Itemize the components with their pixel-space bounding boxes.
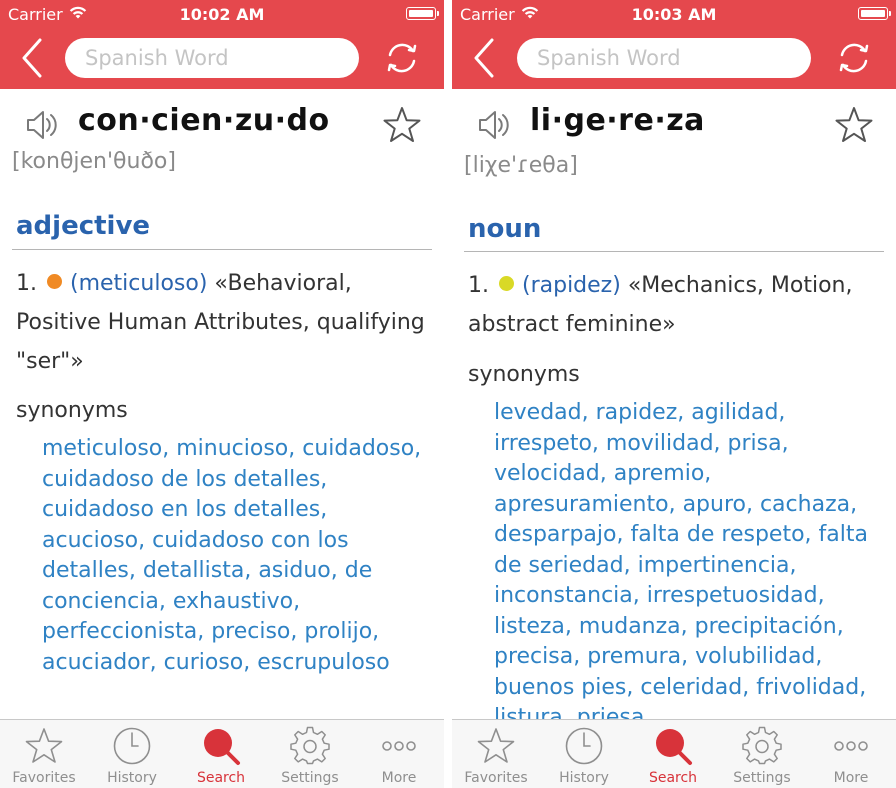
headword: con·cien·zu·do (78, 103, 330, 138)
tab-more[interactable]: More (807, 720, 895, 788)
favorite-star-icon[interactable] (382, 106, 422, 144)
more-dots-icon (834, 741, 868, 751)
magnifier-icon (204, 729, 240, 765)
tab-settings[interactable]: Settings (718, 720, 806, 788)
screen-2: Carrier 10:03 AM li·ge·re·za [liχe'ɾeθa]… (452, 0, 896, 788)
tab-label: More (381, 770, 417, 786)
tab-history[interactable]: History (88, 720, 176, 788)
synonyms-list[interactable]: levedad, rapidez, agilidad, irrespeto, m… (494, 398, 886, 734)
definition: 1. (rapidez) «Mechanics, Motion, abstract… (468, 266, 880, 344)
search-input[interactable] (517, 38, 811, 78)
star-icon (477, 728, 515, 763)
definition-number: 1. (468, 273, 489, 298)
tab-label: History (559, 770, 609, 786)
nav-header: Carrier 10:02 AM (0, 0, 444, 89)
definition: 1. (meticuloso) «Behavioral, Positive Hum… (16, 264, 428, 381)
speaker-icon[interactable] (26, 108, 58, 142)
category-dot (47, 274, 62, 289)
tab-more[interactable]: More (355, 720, 443, 788)
definition-domain[interactable]: (meticuloso) (70, 271, 207, 296)
status-bar: Carrier 10:02 AM (0, 0, 444, 28)
nav-header: Carrier 10:03 AM (452, 0, 896, 89)
tab-search[interactable]: Search (629, 720, 717, 788)
gear-icon (290, 726, 330, 765)
more-dots-icon (382, 741, 416, 751)
tab-label: Search (648, 770, 698, 786)
definition-domain[interactable]: (rapidez) (522, 273, 621, 298)
definition-number: 1. (16, 271, 37, 296)
divider-line (12, 249, 432, 250)
tab-favorites[interactable]: Favorites (452, 720, 540, 788)
screen-divider (444, 0, 452, 788)
tab-search[interactable]: Search (177, 720, 265, 788)
refresh-icon[interactable] (834, 38, 874, 78)
speaker-icon[interactable] (478, 108, 510, 142)
tab-label: More (833, 770, 869, 786)
clock-icon (565, 727, 603, 765)
back-chevron-icon[interactable] (470, 38, 500, 78)
tab-bar: Favorites History Search Settings More (452, 719, 896, 788)
synonyms-heading: synonyms (468, 362, 580, 387)
star-icon (25, 728, 63, 763)
magnifier-icon (656, 729, 692, 765)
gear-icon (742, 726, 782, 765)
pronunciation: [konθjen'θuðo] (12, 149, 176, 174)
status-time: 10:03 AM (631, 5, 717, 24)
tab-settings[interactable]: Settings (266, 720, 354, 788)
tab-favorites[interactable]: Favorites (0, 720, 88, 788)
part-of-speech: adjective (16, 211, 151, 241)
search-input[interactable] (65, 38, 359, 78)
battery-icon (406, 7, 439, 20)
refresh-icon[interactable] (382, 38, 422, 78)
tab-label: Search (196, 770, 246, 786)
part-of-speech: noun (468, 214, 542, 244)
tab-label: Settings (733, 770, 791, 786)
clock-icon (113, 727, 151, 765)
status-bar: Carrier 10:03 AM (452, 0, 896, 28)
synonyms-heading: synonyms (16, 398, 128, 423)
divider-line (464, 251, 884, 252)
status-time: 10:02 AM (179, 5, 265, 24)
category-dot (499, 276, 514, 291)
tab-label: History (107, 770, 157, 786)
battery-icon (858, 7, 891, 20)
screen-1: Carrier 10:02 AM con·cien·zu·do [konθjen… (0, 0, 444, 788)
tab-history[interactable]: History (540, 720, 628, 788)
synonyms-list[interactable]: meticuloso, minucioso, cuidadoso, cuidad… (42, 434, 434, 678)
favorite-star-icon[interactable] (834, 106, 874, 144)
tab-label: Favorites (12, 770, 76, 786)
back-chevron-icon[interactable] (18, 38, 48, 78)
pronunciation: [liχe'ɾeθa] (464, 153, 578, 178)
headword: li·ge·re·za (530, 103, 705, 138)
tab-label: Settings (281, 770, 339, 786)
tab-bar: Favorites History Search Settings More (0, 719, 444, 788)
tab-label: Favorites (464, 770, 528, 786)
